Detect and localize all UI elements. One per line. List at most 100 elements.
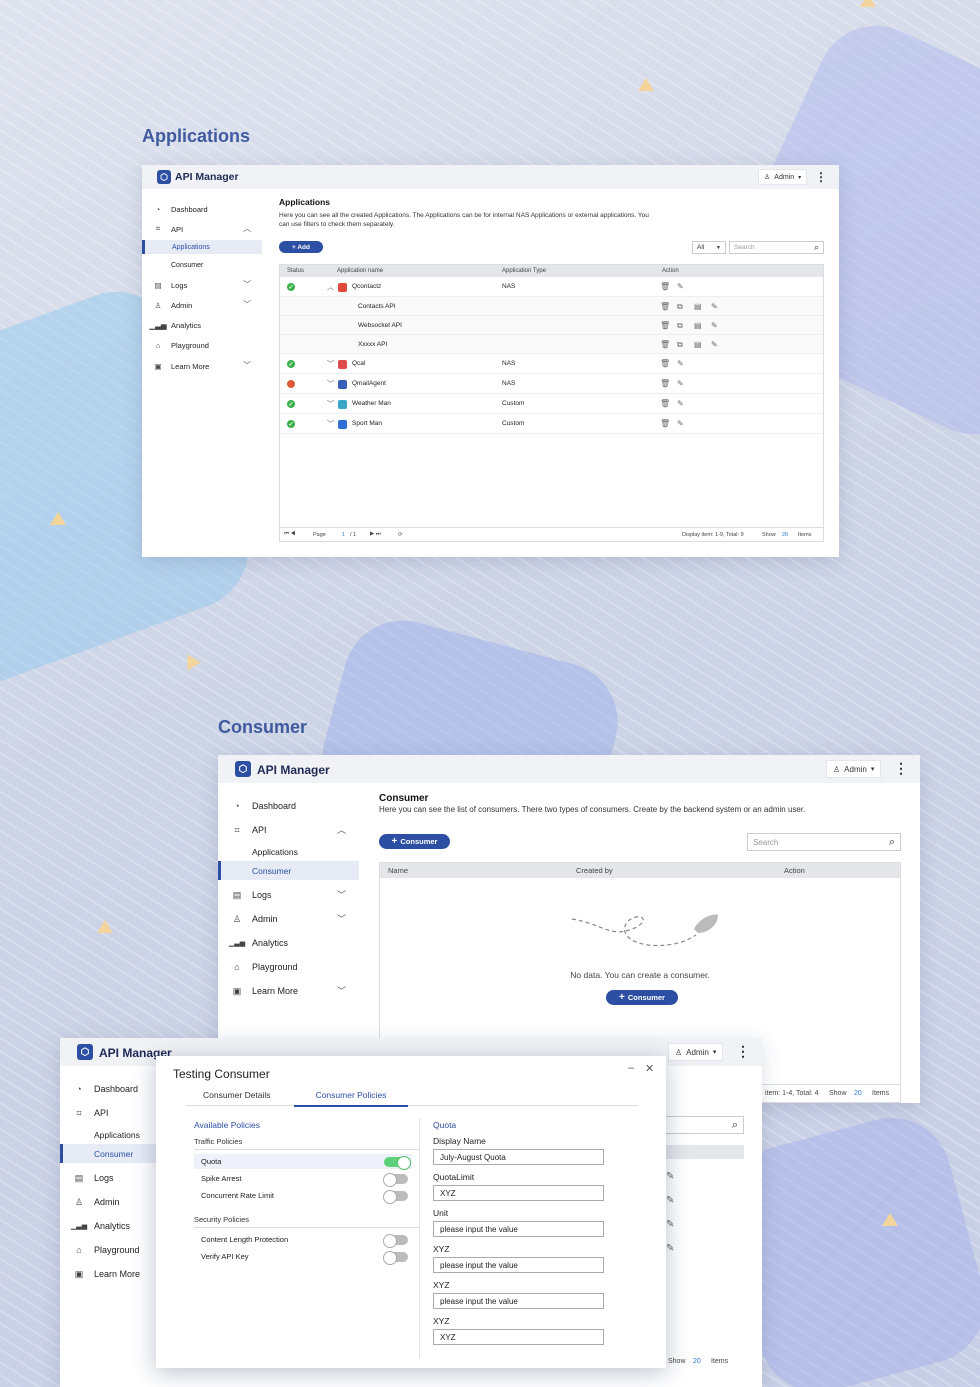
sidebar-item-dashboard[interactable]: ◔ Dashboard <box>230 799 296 813</box>
child-api-row[interactable]: Websocket API 🗑 ⧉ ▤ ✎ <box>280 316 823 335</box>
policy-item[interactable]: Verify API Key <box>194 1249 412 1265</box>
expand-chevron-icon[interactable]: ﹀ <box>327 419 334 429</box>
sidebar-item-playground[interactable]: ⌂ Playground <box>230 960 297 974</box>
chevron-down-icon[interactable]: ﹀ <box>243 360 251 371</box>
child-api-row[interactable]: Contacts API 🗑 ⧉ ▤ ✎ <box>280 297 823 316</box>
edit-icon[interactable]: ✎ <box>677 359 684 368</box>
edit-icon[interactable]: ✎ <box>711 340 718 349</box>
policy-item[interactable]: Spike Arrest <box>194 1171 412 1187</box>
delete-icon[interactable]: 🗑 <box>660 419 670 428</box>
sidebar-item-admin[interactable]: ♙ Admin <box>230 912 278 926</box>
copy-icon[interactable]: ⧉ <box>677 302 683 312</box>
edit-icon[interactable]: ✎ <box>711 302 718 311</box>
copy-icon[interactable]: ⧉ <box>677 340 683 350</box>
sidebar-item-learn-more[interactable]: ▣ Learn More <box>230 984 298 998</box>
user-menu[interactable]: ♙ Admin ▾ <box>668 1043 724 1061</box>
policy-toggle[interactable] <box>383 1251 408 1265</box>
tab-consumer-details[interactable]: Consumer Details <box>203 1090 271 1100</box>
column-header-type[interactable]: Application Type <box>502 268 546 274</box>
table-row[interactable]: ✓ ︿ Qcontactz NAS 🗑 ✎ <box>280 277 823 297</box>
delete-icon[interactable]: 🗑 <box>660 379 670 388</box>
sidebar-item-api[interactable]: ⌗ API <box>72 1106 108 1120</box>
chevron-down-icon[interactable]: ﹀ <box>337 888 346 901</box>
sidebar-item-playground[interactable]: ⌂ Playground <box>72 1243 139 1257</box>
chevron-down-icon[interactable]: ﹀ <box>243 299 251 310</box>
document-icon[interactable]: ▤ <box>694 321 702 330</box>
field-input[interactable]: please input the value <box>433 1221 604 1237</box>
sidebar-item-logs[interactable]: ▤ Logs <box>72 1171 114 1185</box>
sidebar-item-admin[interactable]: ♙ Admin <box>72 1195 120 1209</box>
policy-toggle[interactable] <box>384 1156 411 1170</box>
chevron-down-icon[interactable]: ﹀ <box>337 984 346 997</box>
chevron-down-icon[interactable]: ﹀ <box>243 279 251 290</box>
sidebar-item-analytics[interactable]: ▁▃▅ Analytics <box>149 319 201 331</box>
field-input[interactable]: XYZ <box>433 1185 604 1201</box>
page-size-select[interactable]: 20 <box>854 1090 862 1097</box>
delete-icon[interactable]: 🗑 <box>660 321 670 330</box>
policy-toggle[interactable] <box>383 1234 408 1248</box>
add-application-button[interactable]: + Add <box>279 241 323 253</box>
policy-item[interactable]: Quota <box>194 1154 412 1170</box>
sidebar-item-analytics[interactable]: ▁▃▅ Analytics <box>71 1219 130 1233</box>
edit-icon[interactable]: ✎ <box>666 1195 674 1206</box>
document-icon[interactable]: ▤ <box>694 340 702 349</box>
search-icon[interactable]: ⌕ <box>814 242 819 253</box>
sidebar-item-admin[interactable]: ♙ Admin <box>152 299 193 311</box>
user-menu[interactable]: ♙ Admin ▾ <box>826 760 882 778</box>
edit-icon[interactable]: ✎ <box>666 1243 674 1254</box>
sidebar-item-applications[interactable]: Applications <box>142 240 262 254</box>
sidebar-item-applications[interactable]: Applications <box>252 846 298 858</box>
close-icon[interactable]: ✕ <box>645 1062 654 1075</box>
sidebar-item-playground[interactable]: ⌂ Playground <box>152 339 209 351</box>
sidebar-item-api[interactable]: ⌗ API <box>152 223 183 235</box>
more-menu-icon[interactable]: ⋮ <box>736 1043 750 1060</box>
search-icon[interactable]: ⌕ <box>732 1119 738 1132</box>
policy-item[interactable]: Concurrent Rate Limit <box>194 1188 412 1204</box>
tab-consumer-policies[interactable]: Consumer Policies <box>294 1090 408 1107</box>
sidebar-item-logs[interactable]: ▤ Logs <box>152 279 187 291</box>
sidebar-item-dashboard[interactable]: ◔ Dashboard <box>72 1082 138 1096</box>
field-input[interactable]: please input the value <box>433 1293 604 1309</box>
sidebar-item-logs[interactable]: ▤ Logs <box>230 888 272 902</box>
sidebar-item-learn-more[interactable]: ▣ Learn More <box>72 1267 140 1281</box>
child-api-row[interactable]: Xxxxx API 🗑 ⧉ ▤ ✎ <box>280 335 823 354</box>
sidebar-item-applications[interactable]: Applications <box>94 1129 140 1141</box>
search-input[interactable]: Search ⌕ <box>729 241 824 254</box>
sidebar-item-dashboard[interactable]: ◔ Dashboard <box>152 203 208 215</box>
edit-icon[interactable]: ✎ <box>677 399 684 408</box>
chevron-down-icon[interactable]: ﹀ <box>337 912 346 925</box>
delete-icon[interactable]: 🗑 <box>660 399 670 408</box>
search-input[interactable]: ⌕ <box>660 1116 744 1134</box>
expand-chevron-icon[interactable]: ﹀ <box>327 359 334 369</box>
expand-chevron-icon[interactable]: ﹀ <box>327 379 334 389</box>
more-menu-icon[interactable]: ⋮ <box>894 760 908 777</box>
sidebar-item-analytics[interactable]: ▁▃▅ Analytics <box>229 936 288 950</box>
sidebar-item-consumer[interactable]: Consumer <box>218 861 359 880</box>
column-header-name[interactable]: Name <box>388 866 408 875</box>
copy-icon[interactable]: ⧉ <box>677 321 683 331</box>
page-number-input[interactable]: 1 <box>342 532 345 538</box>
policy-toggle[interactable] <box>383 1190 408 1204</box>
sidebar-item-api[interactable]: ⌗ API <box>230 823 266 837</box>
table-row[interactable]: ﹀ QmailAgent NAS 🗑 ✎ <box>280 374 823 394</box>
collapse-chevron-icon[interactable]: ︿ <box>327 282 334 292</box>
field-input[interactable]: July-August Quota <box>433 1149 604 1165</box>
edit-icon[interactable]: ✎ <box>666 1171 674 1182</box>
chevron-up-icon[interactable]: ︿ <box>337 823 346 836</box>
document-icon[interactable]: ▤ <box>694 302 702 311</box>
create-consumer-button[interactable]: + Consumer <box>606 990 678 1005</box>
column-header-status[interactable]: Status <box>287 268 304 274</box>
search-input[interactable]: Search ⌕ <box>747 833 901 851</box>
type-filter-select[interactable]: All ▼ <box>692 241 726 254</box>
delete-icon[interactable]: 🗑 <box>660 359 670 368</box>
column-header-created-by[interactable]: Created by <box>576 866 613 875</box>
policy-item[interactable]: Content Length Protection <box>194 1232 412 1248</box>
field-input[interactable]: XYZ <box>433 1329 604 1345</box>
expand-chevron-icon[interactable]: ﹀ <box>327 399 334 409</box>
add-consumer-button[interactable]: + Consumer <box>379 834 450 849</box>
table-row[interactable]: ✓ ﹀ Sport Man Custom 🗑 ✎ <box>280 414 823 434</box>
delete-icon[interactable]: 🗑 <box>660 282 670 291</box>
sidebar-item-consumer[interactable]: Consumer <box>171 259 203 271</box>
edit-icon[interactable]: ✎ <box>677 419 684 428</box>
delete-icon[interactable]: 🗑 <box>660 302 670 311</box>
